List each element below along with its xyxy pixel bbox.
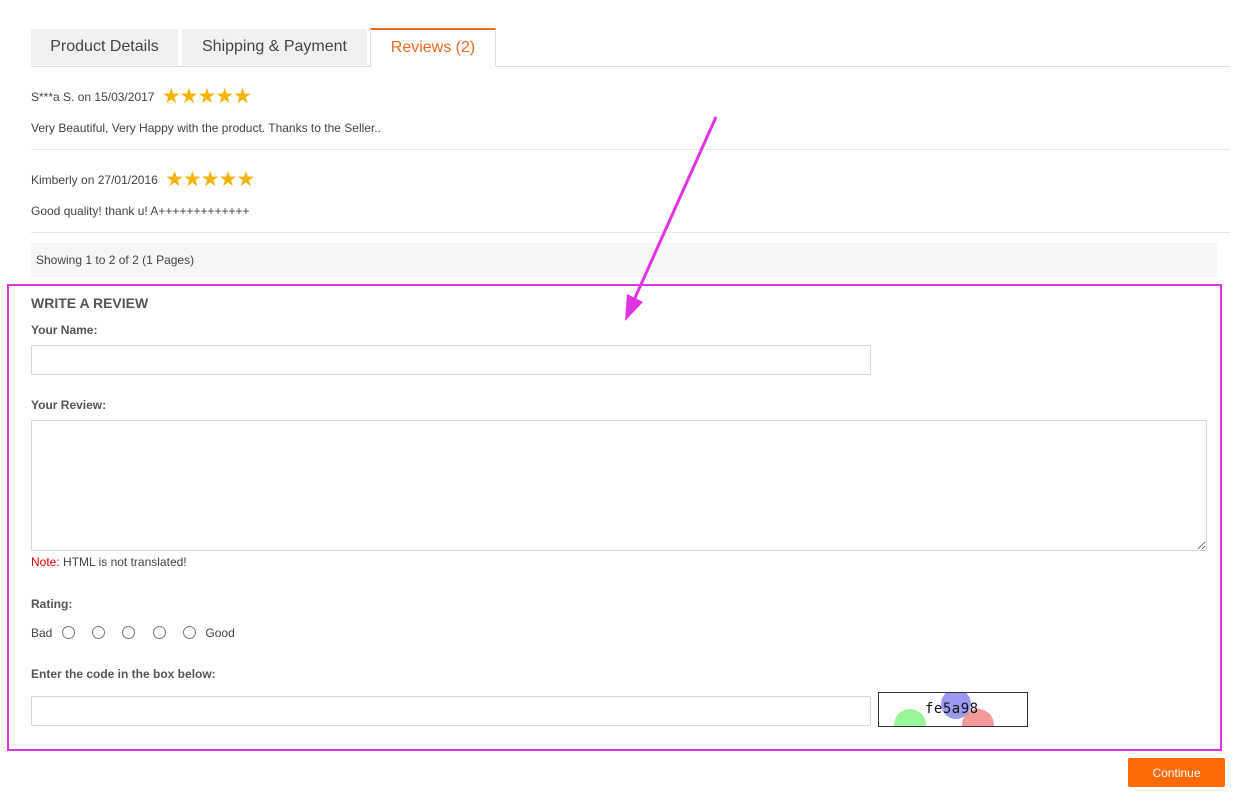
captcha-noise [894,709,926,726]
tab-reviews[interactable]: Reviews (2) [370,28,496,67]
captcha-code: fe5a98 [925,701,979,717]
continue-button[interactable]: Continue [1128,758,1225,787]
rating-radio-5[interactable] [183,626,197,640]
write-review-heading: WRITE A REVIEW [31,295,149,311]
review-on: on [77,89,92,104]
review-author: Kimberly [31,172,78,187]
note-prefix: Note: [31,555,60,569]
review-date: 15/03/2017 [94,89,155,104]
rating-radio-3[interactable] [122,626,136,640]
name-input[interactable] [31,345,871,375]
rating-radio-4[interactable] [152,626,166,640]
review-divider [31,232,1230,233]
tab-shipping-payment[interactable]: Shipping & Payment [182,29,367,65]
rating-bad-label: Bad [31,626,53,640]
review-meta: S***a S. on 15/03/2017 ★★★★★ [31,84,252,108]
rating-group: Bad Good [31,624,235,642]
star-rating-icon: ★★★★★ [161,84,252,108]
rating-radio-1[interactable] [61,626,75,640]
name-label: Your Name: [31,323,98,337]
tab-product-details[interactable]: Product Details [31,29,178,65]
star-rating-icon: ★★★★★ [165,167,255,191]
review-text: Very Beautiful, Very Happy with the prod… [31,121,381,135]
captcha-label: Enter the code in the box below: [31,667,216,681]
review-page: Product Details Shipping & Payment Revie… [0,0,1240,805]
html-note: Note: HTML is not translated! [31,555,187,569]
review-author: S***a S. [31,89,75,104]
review-meta: Kimberly on 27/01/2016 ★★★★★ [31,167,255,191]
pagination-info: Showing 1 to 2 of 2 (1 Pages) [31,243,1217,277]
review-on: on [81,172,95,187]
review-date: 27/01/2016 [97,172,158,187]
review-label: Your Review: [31,398,107,412]
rating-good-label: Good [205,626,235,640]
review-divider [31,149,1230,150]
note-text: HTML is not translated! [59,555,187,569]
captcha-input[interactable] [31,696,871,726]
rating-radio-2[interactable] [92,626,106,640]
captcha-image: fe5a98 [878,692,1028,727]
review-textarea[interactable] [31,420,1207,551]
rating-label: Rating: [31,597,73,611]
review-text: Good quality! thank u! A+++++++++++++ [31,204,250,218]
product-tabs: Product Details Shipping & Payment Revie… [31,28,1230,67]
